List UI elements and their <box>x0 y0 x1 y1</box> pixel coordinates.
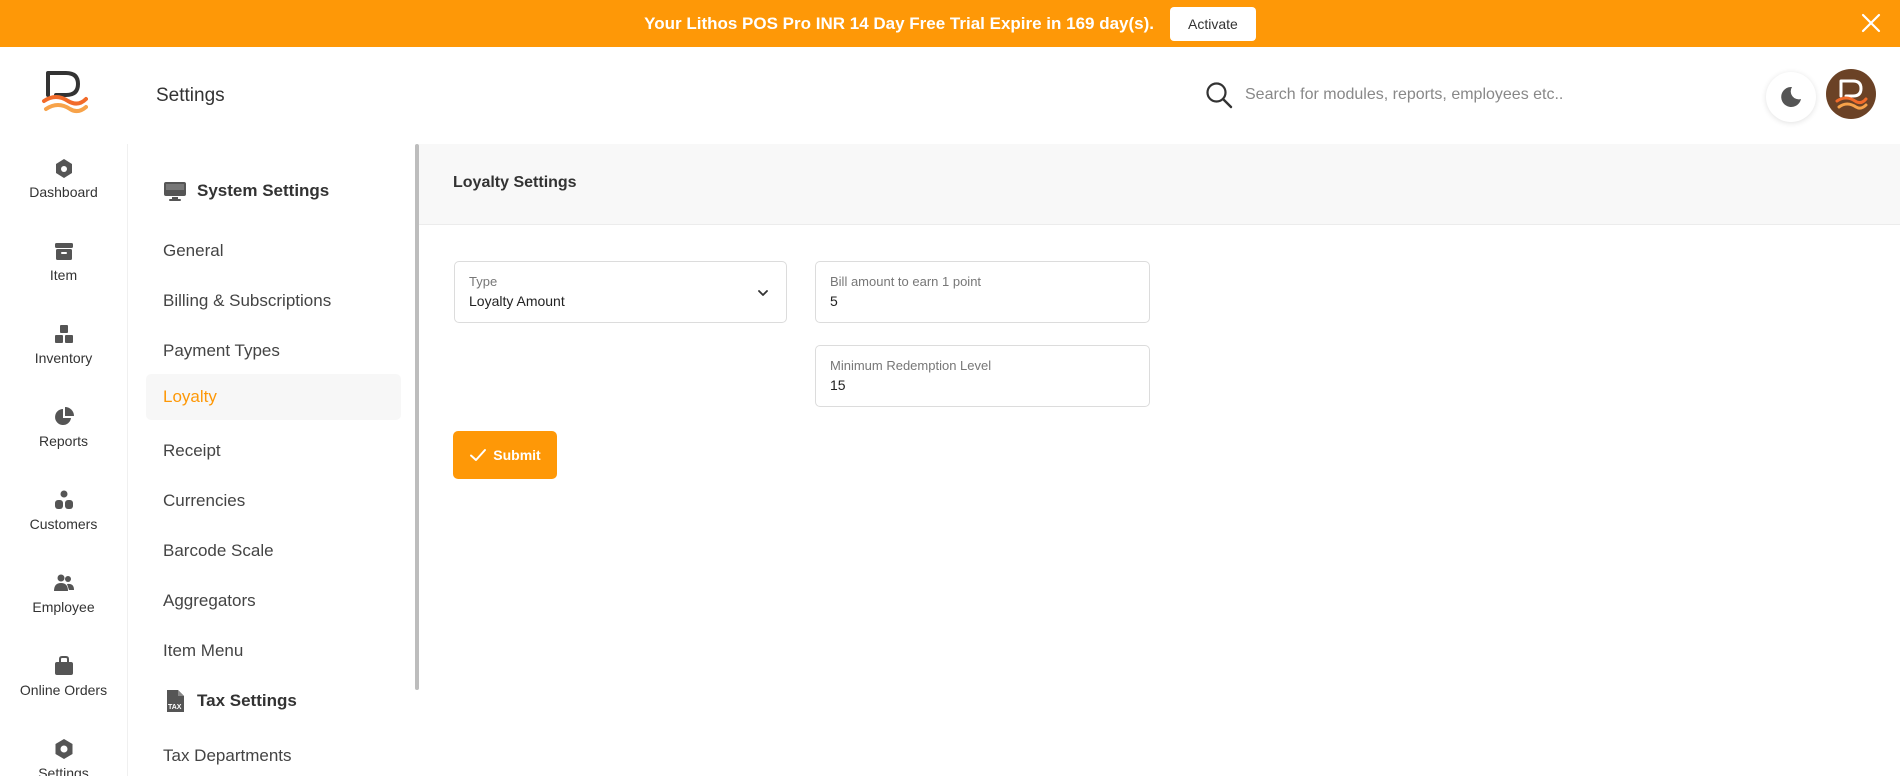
svg-text:TAX: TAX <box>168 704 182 711</box>
type-value: Loyalty Amount <box>469 293 565 309</box>
users-icon <box>53 574 74 591</box>
nav-settings[interactable]: Settings <box>0 738 127 776</box>
loyalty-settings-panel: Loyalty Settings Type Loyalty Amount Bil… <box>419 144 1900 776</box>
panel-header: Loyalty Settings <box>419 144 1900 225</box>
activate-button[interactable]: Activate <box>1170 6 1256 41</box>
chevron-down-icon <box>758 290 768 296</box>
type-select[interactable]: Type Loyalty Amount <box>454 261 787 323</box>
subnav-currencies[interactable]: Currencies <box>146 478 401 524</box>
min-redemption-input[interactable] <box>830 377 1135 393</box>
user-avatar[interactable] <box>1826 69 1876 119</box>
nav-dashboard-label: Dashboard <box>29 184 98 200</box>
nav-item-label: Item <box>49 267 78 283</box>
home-icon <box>55 159 72 178</box>
submit-button[interactable]: Submit <box>453 431 557 479</box>
bill-amount-field[interactable]: Bill amount to earn 1 point <box>815 261 1150 323</box>
tax-document-icon: TAX <box>167 690 184 712</box>
submit-label: Submit <box>493 447 541 463</box>
page-title: Settings <box>156 85 225 106</box>
main-nav-rail: Dashboard Item Inventory Reports Custome… <box>0 47 127 776</box>
nav-online-orders-label: Online Orders <box>19 682 108 698</box>
min-redemption-label: Minimum Redemption Level <box>830 358 992 373</box>
nav-employee[interactable]: Employee <box>0 572 127 642</box>
search-icon[interactable] <box>1204 80 1234 110</box>
customers-icon <box>54 490 73 509</box>
trial-banner-text: Your Lithos POS Pro INR 14 Day Free Tria… <box>644 13 1155 33</box>
subnav-tax-departments[interactable]: Tax Departments <box>146 733 401 776</box>
boxes-icon <box>54 325 73 343</box>
nav-inventory-label: Inventory <box>34 350 93 366</box>
check-icon <box>470 449 487 461</box>
settings-sidebar: System Settings General Billing & Subscr… <box>127 144 417 776</box>
bill-amount-input[interactable] <box>830 293 1135 309</box>
nav-customers-label: Customers <box>29 516 98 532</box>
search-input[interactable] <box>1245 77 1665 113</box>
nav-settings-label: Settings <box>38 765 89 776</box>
monitor-icon <box>164 182 186 201</box>
avatar-logo-icon <box>1835 79 1868 110</box>
type-label: Type <box>469 274 498 289</box>
system-settings-heading: System Settings <box>163 179 329 203</box>
theme-toggle-button[interactable] <box>1766 72 1816 122</box>
top-header: Settings <box>127 47 1900 144</box>
panel-title: Loyalty Settings <box>453 174 577 191</box>
system-settings-title: System Settings <box>197 181 330 200</box>
nav-inventory[interactable]: Inventory <box>0 323 127 393</box>
pie-chart-icon <box>54 407 74 425</box>
close-icon[interactable] <box>1856 8 1886 38</box>
bag-icon <box>54 656 73 675</box>
trial-banner: Your Lithos POS Pro INR 14 Day Free Tria… <box>0 0 1900 47</box>
subnav-general[interactable]: General <box>146 228 401 274</box>
subnav-loyalty[interactable]: Loyalty <box>146 374 401 420</box>
subnav-barcode-scale[interactable]: Barcode Scale <box>146 528 401 574</box>
nav-employee-label: Employee <box>32 599 95 615</box>
subnav-receipt[interactable]: Receipt <box>146 428 401 474</box>
nav-item[interactable]: Item <box>0 240 127 310</box>
bill-amount-label: Bill amount to earn 1 point <box>830 274 982 289</box>
nav-customers[interactable]: Customers <box>0 489 127 559</box>
subnav-payment-types[interactable]: Payment Types <box>146 328 401 374</box>
nav-reports-label: Reports <box>38 433 89 449</box>
tax-settings-heading: TAX Tax Settings <box>163 689 297 713</box>
tax-settings-title: Tax Settings <box>197 691 297 710</box>
gear-icon <box>55 739 72 759</box>
nav-reports[interactable]: Reports <box>0 406 127 476</box>
subnav-aggregators[interactable]: Aggregators <box>146 578 401 624</box>
lithos-logo <box>42 71 88 114</box>
subnav-billing[interactable]: Billing & Subscriptions <box>146 278 401 324</box>
nav-online-orders[interactable]: Online Orders <box>0 655 127 725</box>
nav-dashboard[interactable]: Dashboard <box>0 157 127 227</box>
moon-icon <box>1781 86 1801 107</box>
subnav-item-menu[interactable]: Item Menu <box>146 628 401 674</box>
min-redemption-field[interactable]: Minimum Redemption Level <box>815 345 1150 407</box>
archive-icon <box>54 243 73 260</box>
